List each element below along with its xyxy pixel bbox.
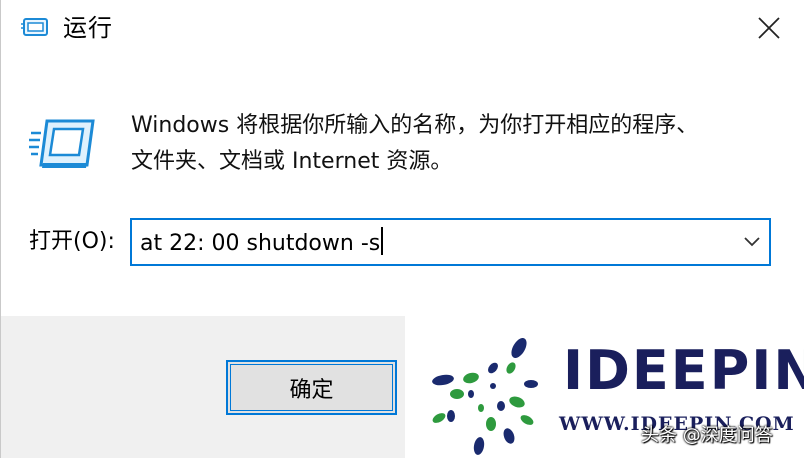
title-bar[interactable]: 运行 — [1, 0, 804, 58]
open-combobox[interactable]: at 22: 00 shutdown -s — [130, 218, 771, 266]
dialog-body: Windows 将根据你所输入的名称，为你打开相应的程序、 文件夹、文档或 In… — [1, 58, 804, 316]
chevron-down-icon — [744, 237, 760, 247]
run-app-icon — [21, 18, 48, 36]
dialog-description: Windows 将根据你所输入的名称，为你打开相应的程序、 文件夹、文档或 In… — [131, 108, 791, 180]
description-line-1: Windows 将根据你所输入的名称，为你打开相应的程序、 — [131, 113, 699, 138]
ok-button[interactable]: 确定 — [226, 360, 397, 415]
close-button[interactable] — [739, 4, 799, 52]
description-line-2: 文件夹、文档或 Internet 资源。 — [131, 149, 453, 174]
close-icon — [758, 17, 780, 39]
open-label: 打开(O): — [29, 229, 115, 254]
focus-ring — [230, 364, 393, 411]
watermark-credit: 头条 @深度问答 — [641, 425, 773, 446]
dropdown-button[interactable] — [741, 230, 763, 254]
window-title: 运行 — [63, 14, 113, 42]
watermark-brand: IDEEPIN — [563, 339, 804, 402]
run-dialog: 运行 Windows 将根据你所输入的名称，为你打开相应的程序、 文件夹、文档或… — [0, 0, 804, 458]
command-input[interactable]: at 22: 00 shutdown -s — [140, 227, 384, 259]
command-input-text: at 22: 00 shutdown -s — [140, 231, 381, 256]
text-caret — [381, 227, 384, 255]
watermark: IDEEPIN WWW.IDEEPIN.COM 头条 @深度问答 — [405, 316, 804, 458]
run-large-icon — [29, 119, 95, 168]
ideepin-logo-icon — [432, 338, 538, 455]
